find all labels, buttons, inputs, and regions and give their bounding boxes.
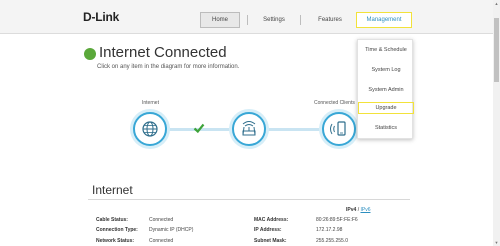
menu-item-system-log[interactable]: System Log xyxy=(358,64,414,76)
nav-features-button[interactable]: Features xyxy=(310,12,350,28)
section-title-internet: Internet xyxy=(92,183,133,197)
tab-ipv4[interactable]: IPv4 xyxy=(346,207,356,213)
ip-address-value: 172.17.2.98 xyxy=(316,227,343,233)
menu-item-statistics[interactable]: Statistics xyxy=(358,122,414,134)
internet-label: Internet xyxy=(142,100,159,106)
page-title: Internet Connected xyxy=(99,44,227,61)
subnet-mask-label: Subnet Mask: xyxy=(254,238,287,244)
tab-ipv6[interactable]: IPv6 xyxy=(360,207,370,213)
network-status-label: Network Status: xyxy=(96,238,135,244)
section-divider xyxy=(88,199,410,200)
dlink-logo[interactable]: D-Link xyxy=(83,10,119,24)
connected-clients-node[interactable] xyxy=(322,112,356,146)
nav-management-button[interactable]: Management xyxy=(356,12,412,28)
mac-address-label: MAC Address: xyxy=(254,217,289,223)
connection-type-value: Dynamic IP (DHCP) xyxy=(149,227,194,233)
mac-address-value: 80:26:89:5F:FE:F6 xyxy=(316,217,358,223)
menu-item-time-schedule[interactable]: Time & Schedule xyxy=(358,44,414,56)
mobile-device-icon xyxy=(330,121,346,136)
management-dropdown-menu: Time & Schedule System Log System Admin … xyxy=(357,39,414,139)
nav-separator xyxy=(300,15,301,25)
page-subtitle: Click on any item in the diagram for mor… xyxy=(97,64,240,70)
cable-status-label: Cable Status: xyxy=(96,217,128,223)
nav-separator xyxy=(247,15,248,25)
router-icon xyxy=(242,121,256,136)
connected-clients-label: Connected Clients xyxy=(314,100,355,106)
scroll-up-arrow-icon[interactable]: ▲ xyxy=(494,1,499,6)
menu-item-system-admin[interactable]: System Admin xyxy=(358,84,414,96)
connection-type-label: Connection Type: xyxy=(96,227,138,233)
link-line-router-clients xyxy=(264,128,322,131)
globe-icon xyxy=(142,121,158,137)
subnet-mask-value: 255.255.255.0 xyxy=(316,238,348,244)
top-header xyxy=(0,0,500,34)
network-status-value: Connected xyxy=(149,238,174,244)
ip-version-tabs: IPv4 / IPv6 xyxy=(346,207,370,213)
status-indicator xyxy=(84,48,96,60)
cable-status-value: Connected xyxy=(149,217,174,223)
menu-item-upgrade[interactable]: Upgrade xyxy=(358,102,414,114)
internet-node[interactable] xyxy=(133,112,167,146)
check-icon xyxy=(193,123,205,134)
scroll-down-arrow-icon[interactable]: ▼ xyxy=(494,240,499,245)
tab-separator: / xyxy=(357,207,360,213)
ip-address-label: IP Address: xyxy=(254,227,282,233)
nav-settings-button[interactable]: Settings xyxy=(256,12,292,28)
nav-home-button[interactable]: Home xyxy=(200,12,240,28)
router-node[interactable] xyxy=(232,112,266,146)
scrollbar-thumb[interactable] xyxy=(494,18,499,82)
